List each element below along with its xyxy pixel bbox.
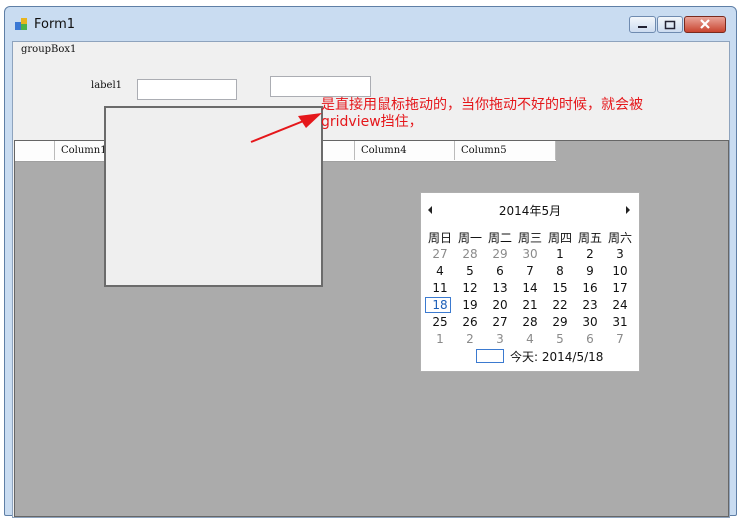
annotation-line: gridview挡住， xyxy=(321,114,423,130)
maximize-icon xyxy=(664,20,676,30)
calendar-day[interactable]: 10 xyxy=(605,263,635,280)
close-button[interactable] xyxy=(684,16,726,33)
app-icon xyxy=(15,18,27,30)
month-calendar[interactable]: 2014年5月 周日 周一 周二 周三 周四 周五 周六 27 28 29 30 1 2 3 4 5 6 7 8 9 1… xyxy=(420,192,640,372)
today-marker xyxy=(476,349,504,363)
calendar-day[interactable]: 27 xyxy=(485,314,515,331)
calendar-day[interactable]: 2 xyxy=(455,331,485,348)
weekday-header: 周三 xyxy=(517,231,542,245)
calendar-day[interactable]: 16 xyxy=(575,280,605,297)
column-header[interactable]: Column4 xyxy=(355,141,455,160)
weekday-header: 周一 xyxy=(457,231,482,245)
next-month-icon[interactable] xyxy=(626,206,630,214)
row-header-corner[interactable] xyxy=(15,141,55,160)
calendar-day[interactable]: 19 xyxy=(455,297,485,314)
calendar-day[interactable]: 5 xyxy=(545,331,575,348)
calendar-day[interactable]: 12 xyxy=(455,280,485,297)
calendar-day[interactable]: 5 xyxy=(455,263,485,280)
annotation-line: 是直接用鼠标拖动的，当你拖动不好的时候，就会被 xyxy=(321,97,643,113)
calendar-day[interactable]: 3 xyxy=(485,331,515,348)
calendar-day[interactable]: 8 xyxy=(545,263,575,280)
column-header[interactable]: Column5 xyxy=(455,141,556,160)
calendar-day[interactable]: 15 xyxy=(545,280,575,297)
calendar-month-label[interactable]: 2014年5月 xyxy=(421,202,639,219)
calendar-day[interactable]: 1 xyxy=(425,331,455,348)
minimize-button[interactable] xyxy=(629,16,656,33)
calendar-day[interactable]: 27 xyxy=(425,246,455,263)
calendar-day[interactable]: 18 xyxy=(425,297,455,314)
weekday-header: 周五 xyxy=(577,231,602,245)
calendar-day[interactable]: 9 xyxy=(575,263,605,280)
calendar-day[interactable]: 25 xyxy=(425,314,455,331)
textbox-1[interactable] xyxy=(137,79,237,100)
textbox-2[interactable] xyxy=(270,76,371,97)
group-box-label: groupBox1 xyxy=(21,44,77,55)
weekday-header: 周六 xyxy=(607,231,632,245)
calendar-day[interactable]: 23 xyxy=(575,297,605,314)
calendar-day[interactable]: 29 xyxy=(485,246,515,263)
weekday-header: 周二 xyxy=(487,231,512,245)
calendar-day[interactable]: 20 xyxy=(485,297,515,314)
calendar-day[interactable]: 21 xyxy=(515,297,545,314)
calendar-day[interactable]: 24 xyxy=(605,297,635,314)
calendar-day[interactable]: 7 xyxy=(515,263,545,280)
calendar-day[interactable]: 2 xyxy=(575,246,605,263)
calendar-day[interactable]: 4 xyxy=(515,331,545,348)
calendar-day[interactable]: 29 xyxy=(545,314,575,331)
calendar-day[interactable]: 30 xyxy=(515,246,545,263)
calendar-day[interactable]: 26 xyxy=(455,314,485,331)
calendar-day[interactable]: 1 xyxy=(545,246,575,263)
weekday-header: 周四 xyxy=(547,231,572,245)
calendar-day[interactable]: 11 xyxy=(425,280,455,297)
calendar-day[interactable]: 7 xyxy=(605,331,635,348)
calendar-day[interactable]: 28 xyxy=(455,246,485,263)
calendar-day[interactable]: 22 xyxy=(545,297,575,314)
calendar-day[interactable]: 14 xyxy=(515,280,545,297)
calendar-day[interactable]: 6 xyxy=(485,263,515,280)
calendar-day[interactable]: 30 xyxy=(575,314,605,331)
calendar-day[interactable]: 4 xyxy=(425,263,455,280)
title-bar[interactable]: Form1 xyxy=(5,7,736,37)
close-icon xyxy=(700,19,710,29)
label1: label1 xyxy=(91,80,123,91)
weekday-header: 周日 xyxy=(427,231,452,245)
arrow-annotation xyxy=(250,113,322,143)
window-title: Form1 xyxy=(34,17,76,32)
maximize-button[interactable] xyxy=(657,16,683,33)
minimize-icon xyxy=(638,26,647,28)
calendar-day[interactable]: 28 xyxy=(515,314,545,331)
annotation-text: 是直接用鼠标拖动的，当你拖动不好的时候，就会被 gridview挡住， xyxy=(321,97,701,131)
calendar-day[interactable]: 31 xyxy=(605,314,635,331)
today-label[interactable]: 今天: 2014/5/18 xyxy=(510,348,603,365)
calendar-day[interactable]: 13 xyxy=(485,280,515,297)
calendar-day[interactable]: 6 xyxy=(575,331,605,348)
calendar-day[interactable]: 17 xyxy=(605,280,635,297)
calendar-day[interactable]: 3 xyxy=(605,246,635,263)
